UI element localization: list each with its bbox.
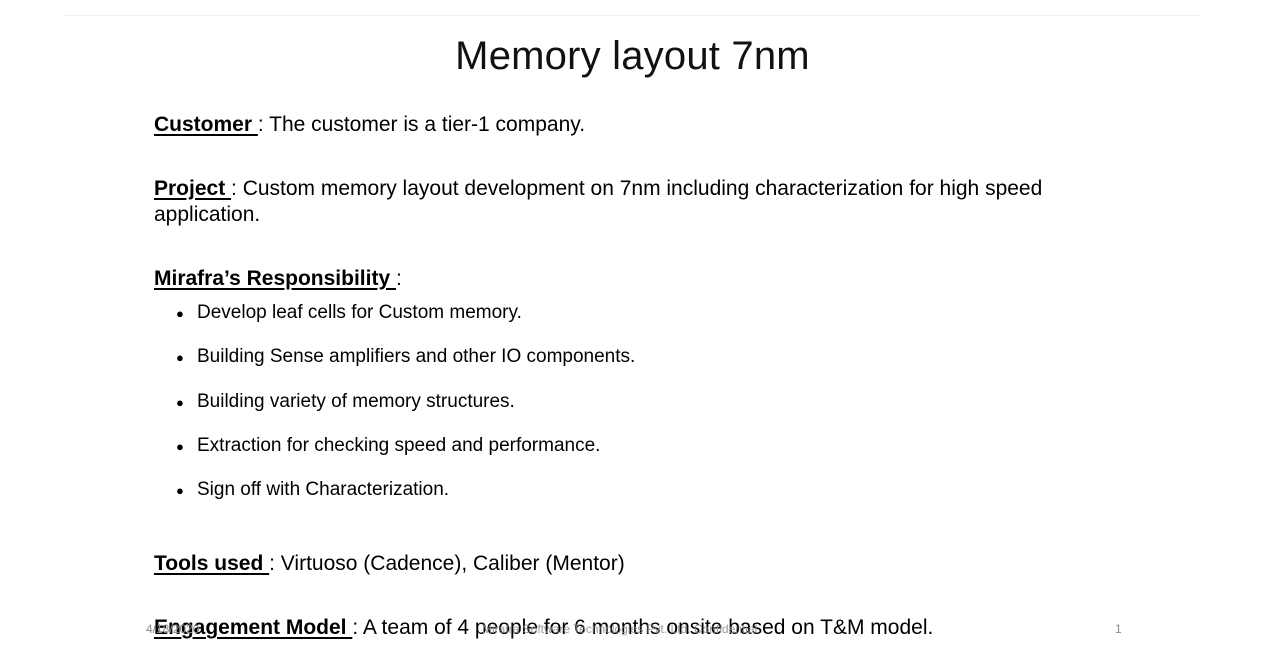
page-number: 1 xyxy=(1115,622,1122,636)
responsibility-colon: : xyxy=(395,267,402,290)
list-item: ● Sign off with Characterization. xyxy=(176,477,635,521)
list-item: ● Extraction for checking speed and perf… xyxy=(176,433,635,477)
list-item-text: Sign off with Characterization. xyxy=(197,479,450,501)
bullet-icon: ● xyxy=(176,483,184,499)
customer-section: Customer : The customer is a tier-1 comp… xyxy=(154,112,1114,138)
customer-text: : The customer is a tier-1 company. xyxy=(257,113,586,136)
bullet-icon: ● xyxy=(176,350,184,366)
list-item: ● Building Sense amplifiers and other IO… xyxy=(176,344,635,388)
list-item-text: Develop leaf cells for Custom memory. xyxy=(197,302,522,323)
slide-title: Memory layout 7nm xyxy=(455,34,810,78)
list-item: ● Building variety of memory structures. xyxy=(176,389,635,433)
customer-label: Customer xyxy=(154,113,258,136)
footer-confidential: Mirafra Software Technologies Pvt. Ltd. … xyxy=(482,622,758,636)
responsibility-list: ● Develop leaf cells for Custom memory. … xyxy=(176,300,635,521)
bullet-icon: ● xyxy=(176,394,184,410)
list-item: ● Develop leaf cells for Custom memory. xyxy=(176,300,635,344)
tools-section: Tools used : Virtuoso (Cadence), Caliber… xyxy=(154,551,1114,577)
bullet-icon: ● xyxy=(176,438,184,454)
bullet-icon: ● xyxy=(176,306,184,321)
list-item-text: Building variety of memory structures. xyxy=(197,390,515,412)
responsibility-section: Mirafra’s Responsibility : xyxy=(154,266,1114,292)
footer-date: 4/18/2020 xyxy=(146,622,200,636)
project-label: Project xyxy=(154,177,232,200)
list-item-text: Building Sense amplifiers and other IO c… xyxy=(197,346,636,368)
project-text: : Custom memory layout development on 7n… xyxy=(154,177,1043,226)
tools-text: : Virtuoso (Cadence), Caliber (Mentor) xyxy=(269,552,625,575)
project-section: Project : Custom memory layout developme… xyxy=(154,176,1114,228)
header-divider xyxy=(64,15,1200,16)
responsibility-label: Mirafra’s Responsibility xyxy=(154,267,396,290)
tools-label: Tools used xyxy=(154,552,270,575)
list-item-text: Extraction for checking speed and perfor… xyxy=(197,434,601,456)
